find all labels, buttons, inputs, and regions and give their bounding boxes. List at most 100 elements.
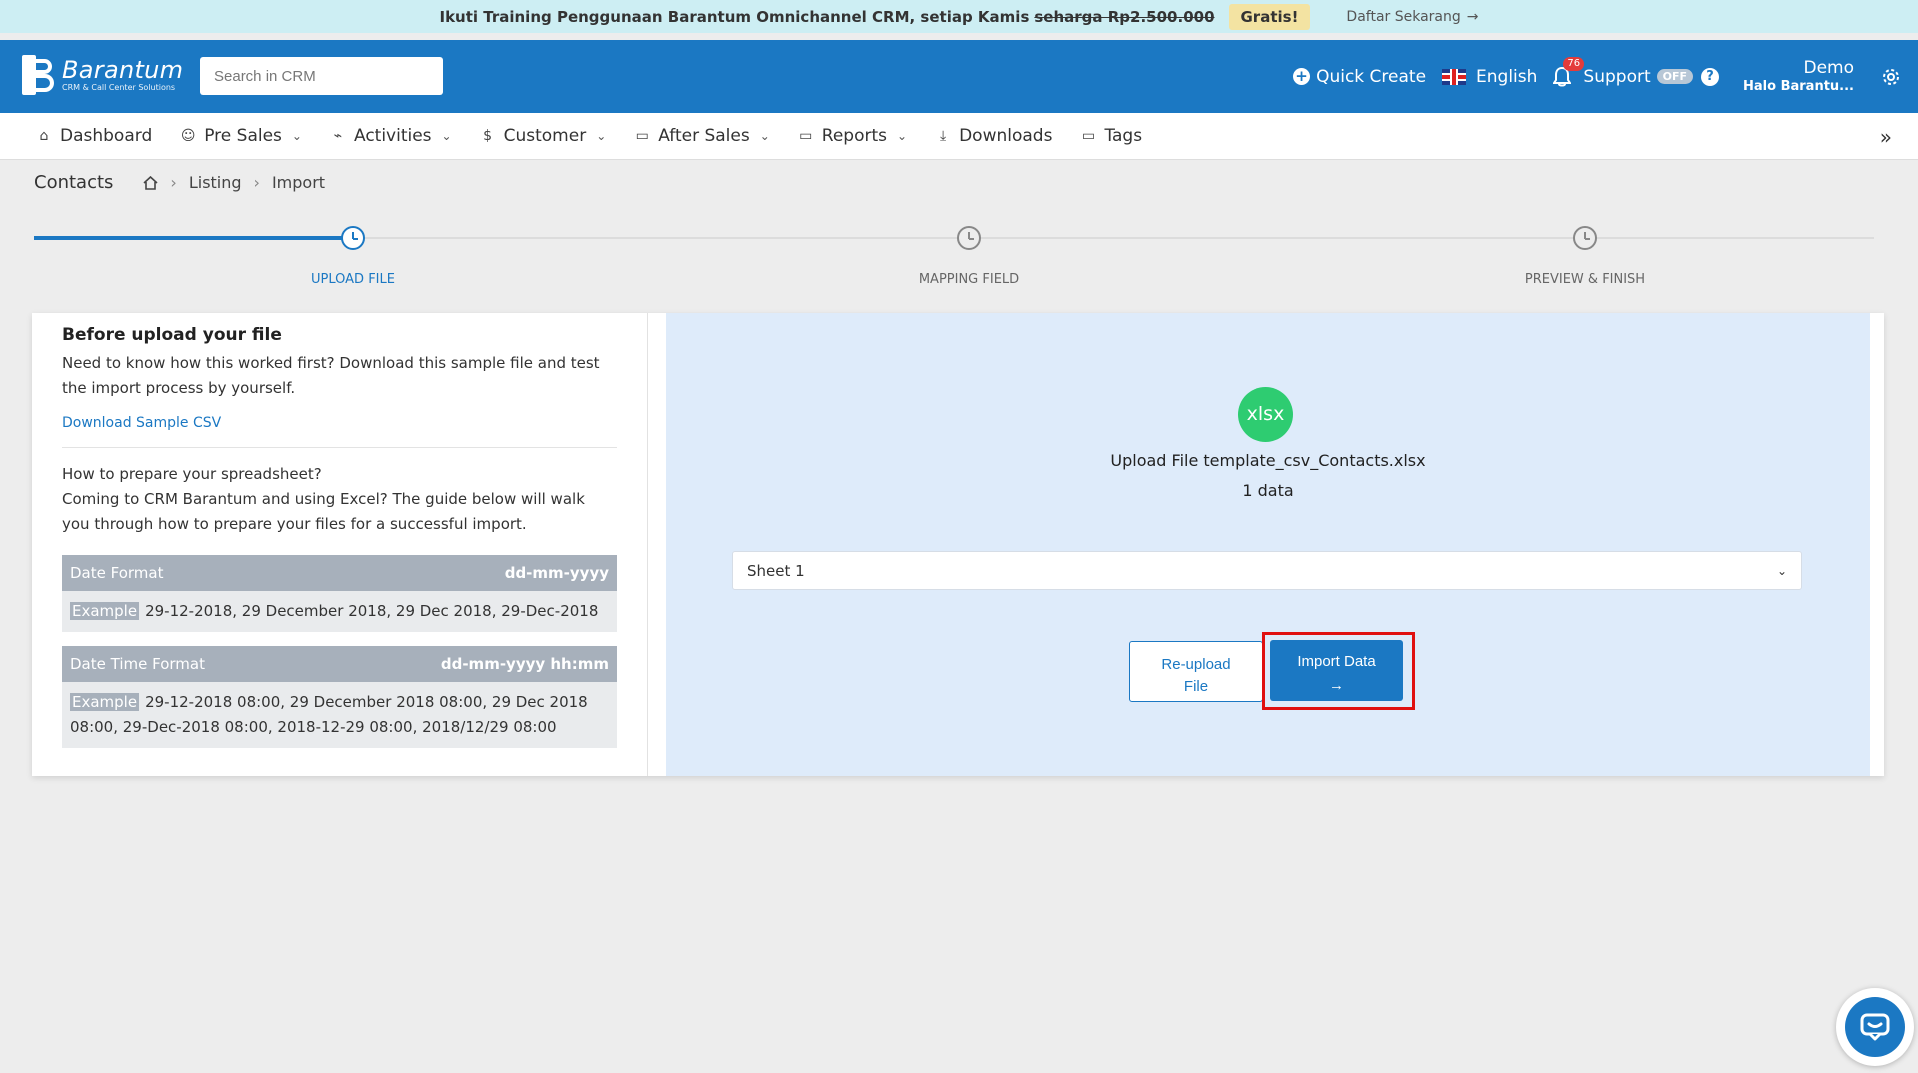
main-nav: ⌂ Dashboard ☺ Pre Sales ⌄ ⌁ Activities ⌄ $ Cus…: [0, 113, 1918, 160]
nav-label: Downloads: [959, 126, 1053, 146]
support-status-badge: OFF: [1656, 69, 1694, 84]
nav-item-downloads[interactable]: ⤓ Downloads: [935, 126, 1052, 146]
nav-item-tags[interactable]: ▭ Tags: [1080, 126, 1142, 146]
quick-create-label: Quick Create: [1316, 66, 1427, 87]
nav-item-pre-sales[interactable]: ☺ Pre Sales ⌄: [180, 126, 302, 146]
step-mapping-field: MAPPING FIELD: [869, 223, 1069, 287]
download-icon: ⤓: [939, 128, 947, 144]
chevron-down-icon: ⌄: [1776, 563, 1787, 578]
date-format-label: Date Format: [70, 564, 164, 582]
step-label: UPLOAD FILE: [311, 272, 395, 287]
search-input[interactable]: [200, 57, 443, 95]
prepare-text: Coming to CRM Barantum and using Excel? …: [62, 490, 585, 533]
example-tag: Example: [70, 602, 140, 620]
quick-create-button[interactable]: + Quick Create: [1293, 67, 1426, 87]
promo-old-price: seharga Rp2.500.000: [1034, 7, 1215, 26]
datetime-format-box: Date Time Format dd-mm-yyyy hh:mm Example…: [62, 646, 617, 748]
nav-item-reports[interactable]: ▭ Reports ⌄: [798, 126, 907, 146]
brand-tagline: CRM & Call Center Solutions: [62, 83, 176, 92]
nav-label: Dashboard: [60, 126, 153, 146]
nav-label: Activities: [353, 126, 432, 146]
sheet-select-value: Sheet 1: [747, 561, 805, 580]
clock-icon: [957, 226, 981, 250]
step-upload-file: UPLOAD FILE: [253, 223, 453, 287]
gear-icon[interactable]: [1882, 68, 1900, 86]
clock-icon: [1573, 226, 1597, 250]
user-name: Demo: [1803, 57, 1854, 78]
nav-item-activities[interactable]: ⌁ Activities ⌄: [330, 126, 452, 146]
datetime-format-label: Date Time Format: [70, 655, 205, 673]
import-card: Before upload your file Need to know how…: [32, 313, 1884, 776]
example-tag: Example: [70, 693, 140, 711]
breadcrumb-separator: ›: [253, 173, 260, 192]
notifications-button[interactable]: 76: [1553, 56, 1585, 87]
sheet-select[interactable]: Sheet 1 ⌄: [732, 551, 1802, 590]
import-data-label: Import Data: [1297, 652, 1376, 670]
folder-icon: ▭: [635, 128, 649, 144]
nav-label: Reports: [821, 126, 888, 146]
data-count: 1 data: [1242, 481, 1294, 500]
reupload-file-button[interactable]: Re-upload File: [1129, 641, 1263, 702]
support-toggle[interactable]: Support OFF: [1583, 66, 1694, 87]
uploaded-file-name: Upload File template_csv_Contacts.xlsx: [1110, 451, 1426, 470]
help-icon[interactable]: ?: [1701, 67, 1720, 86]
language-label: English: [1476, 66, 1538, 87]
users-icon: ☺: [180, 128, 196, 144]
promo-banner: Ikuti Training Penggunaan Barantum Omnic…: [0, 0, 1918, 33]
folder-icon: ▭: [799, 128, 813, 144]
import-data-button[interactable]: Import Data →: [1270, 640, 1403, 701]
promo-register-link[interactable]: Daftar Sekarang →: [1346, 9, 1478, 25]
user-greeting: Halo Barantu...: [1743, 78, 1854, 94]
language-selector[interactable]: English: [1442, 67, 1537, 87]
download-sample-csv-link[interactable]: Download Sample CSV: [62, 415, 617, 431]
promo-register-label: Daftar Sekarang: [1346, 8, 1461, 25]
chevron-down-icon: ⌄: [596, 129, 607, 143]
date-format-value: dd-mm-yyyy: [504, 564, 609, 582]
folder-icon: ▭: [1081, 128, 1096, 144]
chevron-down-icon: ⌄: [897, 129, 908, 143]
home-icon: ⌂: [39, 128, 49, 144]
chevron-down-icon: ⌄: [441, 129, 452, 143]
nav-item-dashboard[interactable]: ⌂ Dashboard: [36, 126, 153, 146]
breadcrumb-listing-link[interactable]: Listing: [189, 173, 242, 192]
brand-logo[interactable]: Barantum CRM & Call Center Solutions: [20, 55, 183, 95]
arrow-right-icon: →: [1466, 8, 1479, 25]
promo-badge: Gratis!: [1228, 3, 1311, 30]
notification-count-badge: 76: [1563, 56, 1585, 71]
divider: [62, 447, 617, 448]
brand-name: Barantum: [62, 56, 184, 84]
activity-icon: ⌁: [333, 128, 343, 144]
nav-label: Customer: [503, 126, 587, 146]
arrow-right-icon: →: [1329, 676, 1344, 694]
prepare-question: How to prepare your spreadsheet?: [62, 465, 322, 483]
page-title: Contacts: [34, 172, 114, 193]
breadcrumb-separator: ›: [170, 173, 177, 192]
step-label: MAPPING FIELD: [918, 272, 1020, 287]
datetime-format-value: dd-mm-yyyy hh:mm: [440, 655, 609, 673]
instructions-intro: Need to know how this worked first? Down…: [62, 354, 600, 397]
chevron-down-icon: ⌄: [759, 129, 770, 143]
plus-circle-icon: +: [1293, 68, 1311, 85]
nav-expand-icon[interactable]: »: [1880, 125, 1892, 149]
breadcrumb-current: Import: [271, 173, 326, 192]
reupload-label-line1: Re-upload: [1161, 655, 1231, 673]
instructions-heading: Before upload your file: [62, 325, 282, 345]
uk-flag-icon: [1442, 68, 1467, 85]
datetime-format-example: 29-12-2018 08:00, 29 December 2018 08:00…: [70, 693, 588, 736]
user-menu[interactable]: Demo Halo Barantu...: [1743, 58, 1854, 96]
xlsx-file-icon: xlsx: [1238, 387, 1293, 442]
chat-widget-button[interactable]: [1836, 988, 1914, 1066]
nav-item-customer[interactable]: $ Customer ⌄: [480, 126, 607, 146]
step-preview-finish: PREVIEW & FINISH: [1485, 223, 1685, 287]
nav-label: After Sales: [658, 126, 750, 146]
clock-icon: [341, 226, 365, 250]
nav-label: Tags: [1104, 126, 1143, 146]
app-header: Barantum CRM & Call Center Solutions + Q…: [0, 40, 1918, 113]
support-label: Support: [1583, 66, 1651, 87]
instructions-panel: Before upload your file Need to know how…: [32, 313, 648, 776]
home-icon[interactable]: [143, 175, 158, 190]
promo-text: Ikuti Training Penggunaan Barantum Omnic…: [439, 7, 1030, 26]
nav-item-after-sales[interactable]: ▭ After Sales ⌄: [634, 126, 770, 146]
import-stepper: UPLOAD FILE MAPPING FIELD PREVIEW & FINI…: [34, 223, 1884, 293]
reupload-label-line2: File: [1183, 677, 1209, 695]
